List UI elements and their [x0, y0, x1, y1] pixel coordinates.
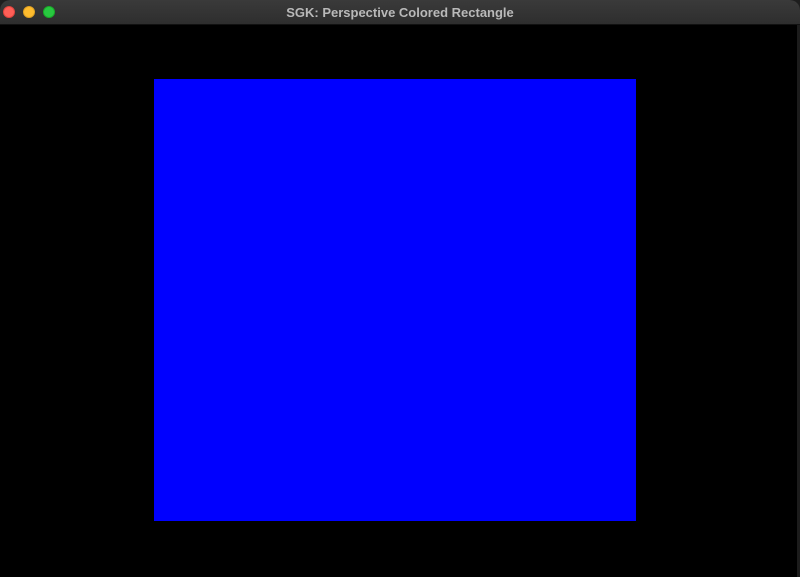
render-canvas[interactable] — [0, 25, 800, 577]
app-window: SGK: Perspective Colored Rectangle — [0, 0, 800, 577]
colored-rectangle — [154, 79, 636, 521]
title-bar[interactable]: SGK: Perspective Colored Rectangle — [0, 0, 800, 25]
window-title: SGK: Perspective Colored Rectangle — [286, 5, 514, 20]
